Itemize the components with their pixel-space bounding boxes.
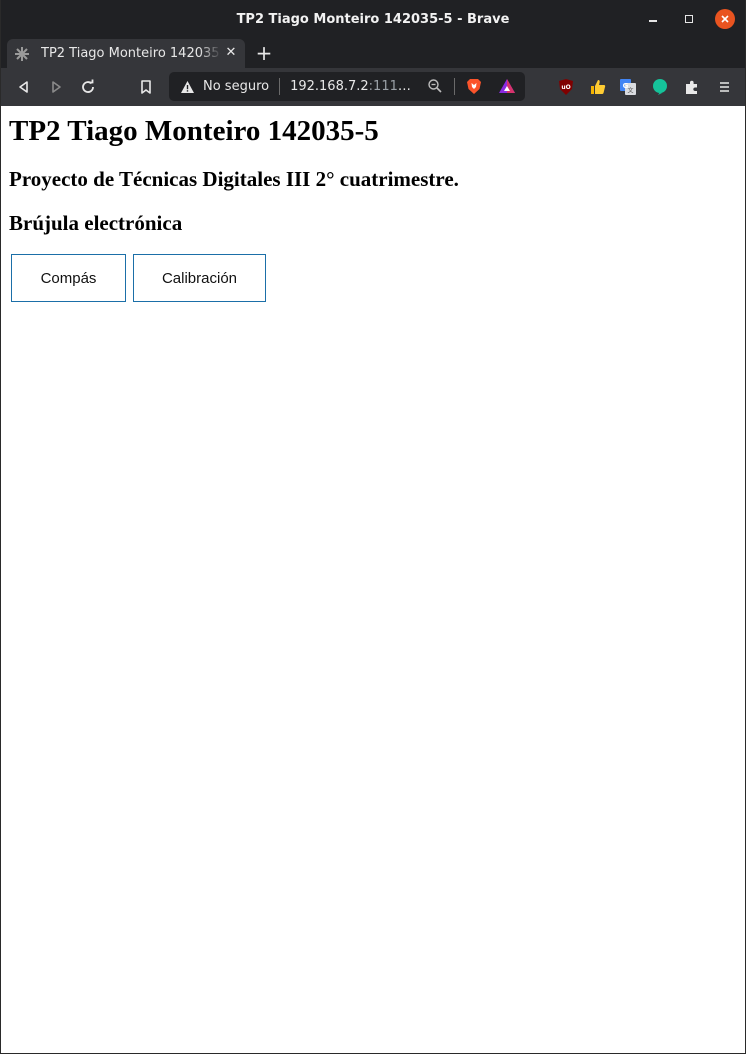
minimize-icon[interactable] (643, 9, 663, 29)
address-divider (279, 78, 281, 95)
button-row: Compás Calibración (9, 254, 737, 302)
section-title: Brújula electrónica (9, 211, 183, 235)
security-status-label[interactable]: No seguro (203, 79, 269, 94)
not-secure-warning-icon[interactable] (179, 79, 195, 95)
extensions-puzzle-icon[interactable] (681, 76, 703, 98)
menu-icon[interactable] (713, 76, 735, 98)
back-icon[interactable] (13, 76, 35, 98)
zoom-icon[interactable] (427, 78, 443, 94)
url-port: :1111... (368, 79, 417, 94)
brave-rewards-icon[interactable] (498, 77, 516, 95)
new-tab-icon[interactable]: + (253, 41, 275, 65)
tab-title: TP2 Tiago Monteiro 142035-5 (41, 46, 221, 61)
page-title: TP2 Tiago Monteiro 142035-5 (9, 115, 379, 147)
bookmark-icon[interactable] (135, 76, 157, 98)
site-favicon-icon (13, 45, 31, 63)
forward-icon[interactable] (45, 76, 67, 98)
window-controls (643, 9, 735, 29)
title-bar: TP2 Tiago Monteiro 142035-5 - Brave (1, 0, 745, 38)
address-bar[interactable]: No seguro 192.168.7.2:1111... (169, 72, 525, 101)
tab-active[interactable]: TP2 Tiago Monteiro 142035-5 ✕ (7, 39, 245, 68)
brave-shields-icon[interactable] (465, 77, 483, 95)
ublock-origin-icon[interactable]: uO (555, 76, 577, 98)
address-divider-2 (454, 78, 455, 95)
url-host: 192.168.7.2 (290, 79, 369, 94)
maximize-icon[interactable] (679, 9, 699, 29)
window-title: TP2 Tiago Monteiro 142035-5 - Brave (236, 11, 510, 27)
grammarly-icon[interactable] (649, 76, 671, 98)
compass-button[interactable]: Compás (11, 254, 126, 302)
url-text[interactable]: 192.168.7.2:1111... (290, 79, 416, 94)
reload-icon[interactable] (77, 76, 99, 98)
browser-window: TP2 Tiago Monteiro 142035-5 - Brave TP2 … (0, 0, 746, 1054)
tab-strip: TP2 Tiago Monteiro 142035-5 ✕ + (1, 38, 745, 68)
tab-close-icon[interactable]: ✕ (223, 45, 239, 60)
svg-text:文: 文 (627, 87, 633, 95)
svg-text:uO: uO (561, 84, 570, 91)
page-subtitle: Proyecto de Técnicas Digitales III 2° cu… (9, 167, 459, 191)
close-icon[interactable] (715, 9, 735, 29)
google-translate-icon[interactable]: G文 (617, 76, 639, 98)
navigation-toolbar: No seguro 192.168.7.2:1111... uO G文 (1, 68, 745, 106)
calibration-button[interactable]: Calibración (133, 254, 266, 302)
thumbs-up-extension-icon[interactable] (587, 76, 609, 98)
page-content: TP2 Tiago Monteiro 142035-5 Proyecto de … (1, 106, 745, 310)
